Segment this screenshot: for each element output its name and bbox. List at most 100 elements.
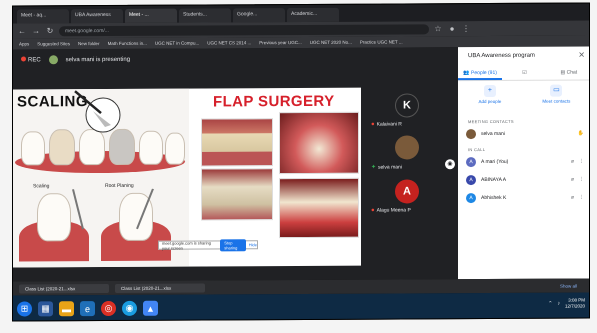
- browser-tab[interactable]: Meet - aq...: [17, 9, 69, 24]
- avatar: [466, 129, 476, 140]
- contacts-icon: ▭: [550, 84, 563, 97]
- panel-tabs: 👥 People (91) ☑ ▤ Chat: [458, 66, 590, 82]
- presenting-text: selva mani is presenting: [65, 56, 131, 63]
- participant-name: ABINAYA A: [481, 176, 507, 184]
- download-item[interactable]: Class List (2020-21...xlsx: [115, 283, 205, 293]
- browser-tab[interactable]: Google...: [233, 8, 285, 23]
- add-people-button[interactable]: + Add people: [479, 84, 501, 113]
- download-item[interactable]: Class List (2020-21...xlsx: [19, 283, 109, 293]
- people-panel: UBA Awareness program ✕ 👥 People (91) ☑ …: [458, 46, 590, 280]
- edge-icon[interactable]: e: [80, 301, 95, 317]
- browser-tab[interactable]: Academic...: [287, 7, 339, 23]
- bookmark[interactable]: Previous year UGC...: [259, 40, 302, 45]
- participant-name: ✦ selva mani: [371, 164, 402, 171]
- bookmark[interactable]: UGC NET CS 2014 ...: [207, 40, 251, 45]
- browser-tab[interactable]: Students...: [179, 8, 231, 23]
- forward-icon[interactable]: →: [31, 26, 41, 35]
- browser-tab-active[interactable]: Meet - ...: [125, 8, 177, 23]
- list-item[interactable]: A A mari (You) ⌀ ⋮: [466, 155, 584, 170]
- tab-activities[interactable]: ☑: [502, 67, 546, 80]
- bookmark[interactable]: Practice UGC NET ...: [360, 39, 403, 44]
- mic-off-icon: ●: [371, 207, 375, 214]
- bookmark[interactable]: UGC NET 2020 No...: [310, 40, 352, 45]
- participant-tile[interactable]: ✦ selva mani: [365, 133, 455, 183]
- mic-off-icon[interactable]: ⌀: [571, 195, 574, 201]
- list-item[interactable]: A Abhishek K ⌀ ⋮: [466, 191, 584, 206]
- panel-title: UBA Awareness program: [468, 52, 535, 60]
- curette-icon: [72, 188, 154, 230]
- person-add-icon: +: [483, 84, 496, 98]
- mic-off-icon[interactable]: ⌀: [571, 159, 574, 165]
- participant-tile[interactable]: A ● Alagu Meena P: [365, 177, 455, 227]
- record-dot-icon: [21, 56, 26, 62]
- reload-icon[interactable]: ↻: [45, 26, 55, 35]
- list-item[interactable]: selva mani ✋: [466, 127, 584, 142]
- activities-icon: ☑: [522, 69, 527, 76]
- close-icon[interactable]: ✕: [578, 51, 585, 60]
- stop-sharing-button[interactable]: Stop sharing: [220, 238, 246, 251]
- profile-icon[interactable]: ●: [447, 24, 457, 33]
- mic-on-icon: ✦: [371, 164, 377, 171]
- avatar: A: [466, 175, 476, 186]
- participant-name: Abhishek K: [481, 194, 507, 202]
- avatar: A: [466, 157, 476, 168]
- tooth-illustration: [139, 130, 163, 165]
- more-icon[interactable]: ⋮: [579, 177, 584, 183]
- participant-name: ● Kalaivani R: [371, 121, 402, 128]
- meet-contacts-button[interactable]: ▭ Meet contacts: [542, 84, 570, 113]
- bookmark[interactable]: UGC NET in Compu...: [155, 41, 199, 46]
- contributor-name: selva mani: [481, 130, 505, 138]
- participant-avatar: [395, 135, 419, 160]
- url-bar[interactable]: meet.google.com/...: [59, 23, 429, 36]
- tab-chat[interactable]: ▤ Chat: [547, 66, 590, 79]
- browser-icon[interactable]: ◉: [122, 300, 137, 316]
- tooth-illustration: [21, 131, 45, 166]
- bookmark[interactable]: New folder: [78, 41, 100, 46]
- clinical-photo: [201, 118, 273, 167]
- windows-start-icon[interactable]: ⊞: [17, 301, 32, 317]
- menu-icon[interactable]: ⋮: [461, 24, 471, 33]
- star-icon[interactable]: ☆: [433, 24, 443, 33]
- file-explorer-icon[interactable]: ▬: [59, 301, 74, 317]
- layout-toggle-icon[interactable]: ◉: [445, 159, 455, 170]
- chrome-icon[interactable]: ◎: [101, 300, 116, 317]
- participant-name: A mari (You): [481, 158, 509, 166]
- section-label: MEETING CONTACTS: [468, 118, 514, 125]
- participant-avatar: A: [395, 179, 419, 204]
- share-banner-text: meet.google.com is sharing your screen: [162, 239, 211, 251]
- meet-stage: REC selva mani is presenting SCALING Sca…: [13, 47, 458, 282]
- more-icon[interactable]: ⋮: [579, 195, 584, 201]
- rec-indicator: REC: [21, 56, 41, 63]
- avatar: [48, 55, 58, 65]
- bookmark[interactable]: Suggested Sites: [37, 41, 70, 46]
- chat-icon: ▤: [560, 69, 566, 76]
- mic-off-icon[interactable]: ⌀: [571, 177, 574, 183]
- volume-icon[interactable]: ♪: [557, 301, 560, 307]
- show-all-link[interactable]: Show all: [560, 283, 577, 288]
- clock-date: 12/7/2020: [564, 303, 585, 309]
- chevron-up-icon[interactable]: ⌃: [548, 301, 552, 307]
- scaler-instrument-icon: [74, 90, 121, 133]
- label-scaling: Scaling: [33, 183, 50, 190]
- task-view-icon[interactable]: ▦: [38, 301, 53, 317]
- section-label: IN CALL: [468, 147, 486, 153]
- app-icon[interactable]: ▲: [143, 300, 158, 316]
- participant-name: ● Alagu Meena P: [371, 207, 411, 214]
- bookmark[interactable]: Apps: [19, 41, 29, 46]
- tab-people[interactable]: 👥 People (91): [458, 66, 503, 81]
- screen-share-banner: meet.google.com is sharing your screen S…: [158, 238, 258, 251]
- clock[interactable]: 3:08 PM 12/7/2020: [565, 298, 585, 310]
- hand-icon[interactable]: ✋: [578, 131, 584, 137]
- hide-button[interactable]: Hide: [249, 242, 257, 247]
- participant-avatar: K: [395, 93, 419, 118]
- avatar: A: [466, 193, 476, 204]
- more-icon[interactable]: ⋮: [579, 159, 584, 165]
- mic-off-icon: ●: [371, 121, 375, 128]
- list-item[interactable]: A ABINAYA A ⌀ ⋮: [466, 173, 584, 188]
- clinical-photo: [279, 177, 359, 239]
- monitor-screen: Meet - aq... UBA Awareness Meet - ... St…: [12, 2, 590, 322]
- browser-tab[interactable]: UBA Awareness: [71, 8, 123, 24]
- back-icon[interactable]: ←: [17, 26, 27, 35]
- bookmark[interactable]: Math Functions in...: [108, 41, 147, 46]
- slide-title-flap-surgery: FLAP SURGERY: [213, 92, 335, 111]
